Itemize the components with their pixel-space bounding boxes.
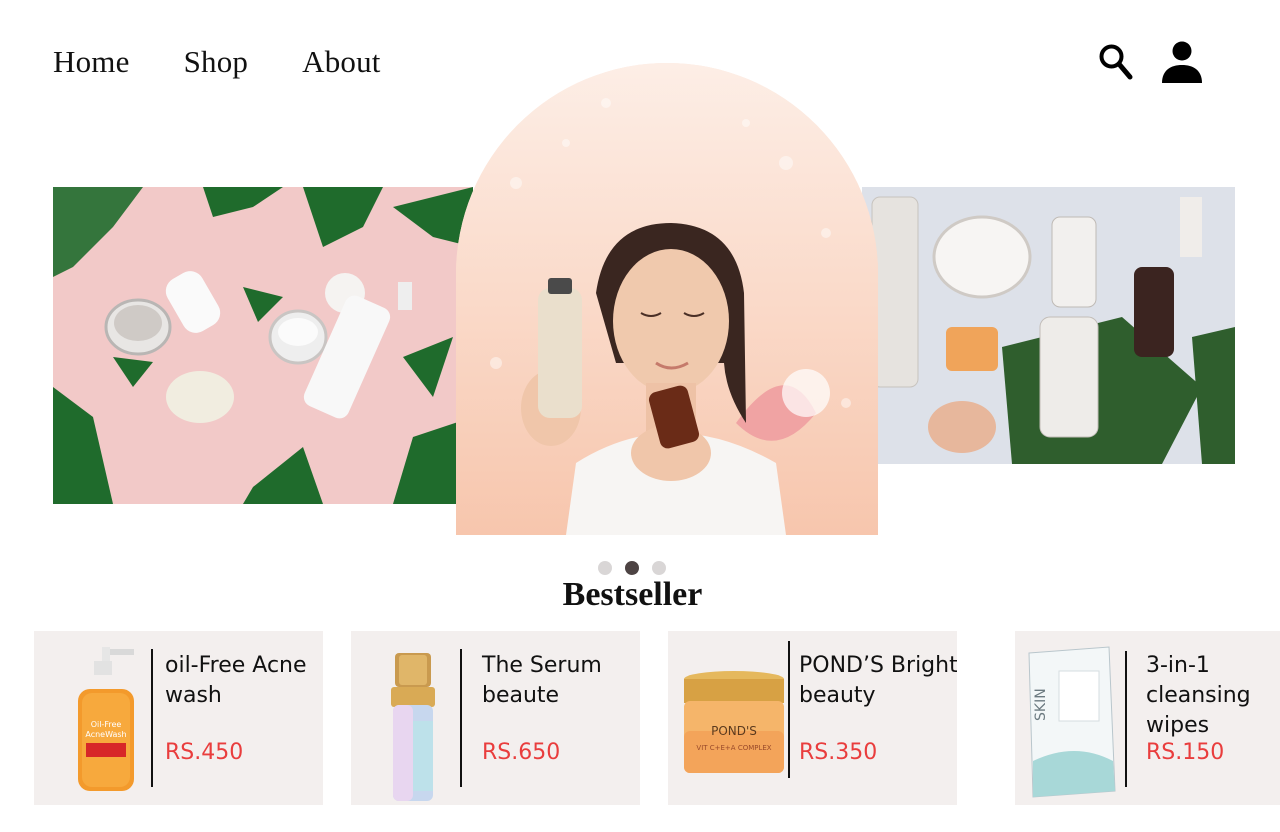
carousel-dots xyxy=(598,561,666,575)
section-title: Bestseller xyxy=(562,576,703,613)
svg-text:SKIN: SKIN xyxy=(1033,688,1049,721)
product-card[interactable]: POND'S VIT C+E+A COMPLEX POND’S Bright b… xyxy=(668,631,957,805)
product-card[interactable]: Oil-Free AcneWash oil-Free Acne wash RS.… xyxy=(34,631,323,805)
product-price: RS.350 xyxy=(799,740,878,765)
product-name: 3-in-1 cleansing wipes xyxy=(1146,653,1251,738)
card-divider xyxy=(151,649,153,787)
serum-bottles-image xyxy=(862,187,1235,464)
product-name: The Serum beaute xyxy=(482,653,602,708)
hero-slide-right[interactable] xyxy=(862,187,1235,464)
nav-home[interactable]: Home xyxy=(53,44,130,80)
nav-about[interactable]: About xyxy=(302,44,381,80)
svg-text:AcneWash: AcneWash xyxy=(85,730,126,739)
card-divider xyxy=(460,649,462,787)
card-divider xyxy=(1125,651,1127,787)
svg-text:POND'S: POND'S xyxy=(711,724,757,738)
nav-shop[interactable]: Shop xyxy=(184,44,249,80)
product-price: RS.650 xyxy=(482,740,561,765)
product-card[interactable]: The Serum beaute RS.650 xyxy=(351,631,640,805)
main-nav: Home Shop About xyxy=(53,44,381,80)
skincare-flatlay-image xyxy=(53,187,473,504)
user-icon[interactable] xyxy=(1160,40,1204,84)
hero-slide-center[interactable] xyxy=(456,63,878,535)
carousel-dot-2[interactable] xyxy=(625,561,639,575)
product-image xyxy=(351,631,469,805)
product-image: SKIN xyxy=(1015,631,1133,805)
product-name: oil-Free Acne wash xyxy=(165,653,307,708)
product-price: RS.450 xyxy=(165,740,244,765)
product-card[interactable]: SKIN 3-in-1 cleansing wipes RS.150 xyxy=(1015,631,1280,805)
header-actions xyxy=(1098,40,1204,84)
carousel-dot-1[interactable] xyxy=(598,561,612,575)
search-icon[interactable] xyxy=(1098,43,1134,81)
svg-text:VIT C+E+A COMPLEX: VIT C+E+A COMPLEX xyxy=(696,744,771,752)
carousel-dot-3[interactable] xyxy=(652,561,666,575)
hero-slide-left[interactable] xyxy=(53,187,473,504)
card-divider xyxy=(788,641,790,778)
model-with-serum-image xyxy=(456,63,878,535)
product-image: POND'S VIT C+E+A COMPLEX xyxy=(668,631,786,805)
product-image: Oil-Free AcneWash xyxy=(34,631,152,805)
product-price: RS.150 xyxy=(1146,740,1225,765)
product-name: POND’S Bright beauty xyxy=(799,653,957,708)
svg-text:Oil-Free: Oil-Free xyxy=(91,720,122,729)
